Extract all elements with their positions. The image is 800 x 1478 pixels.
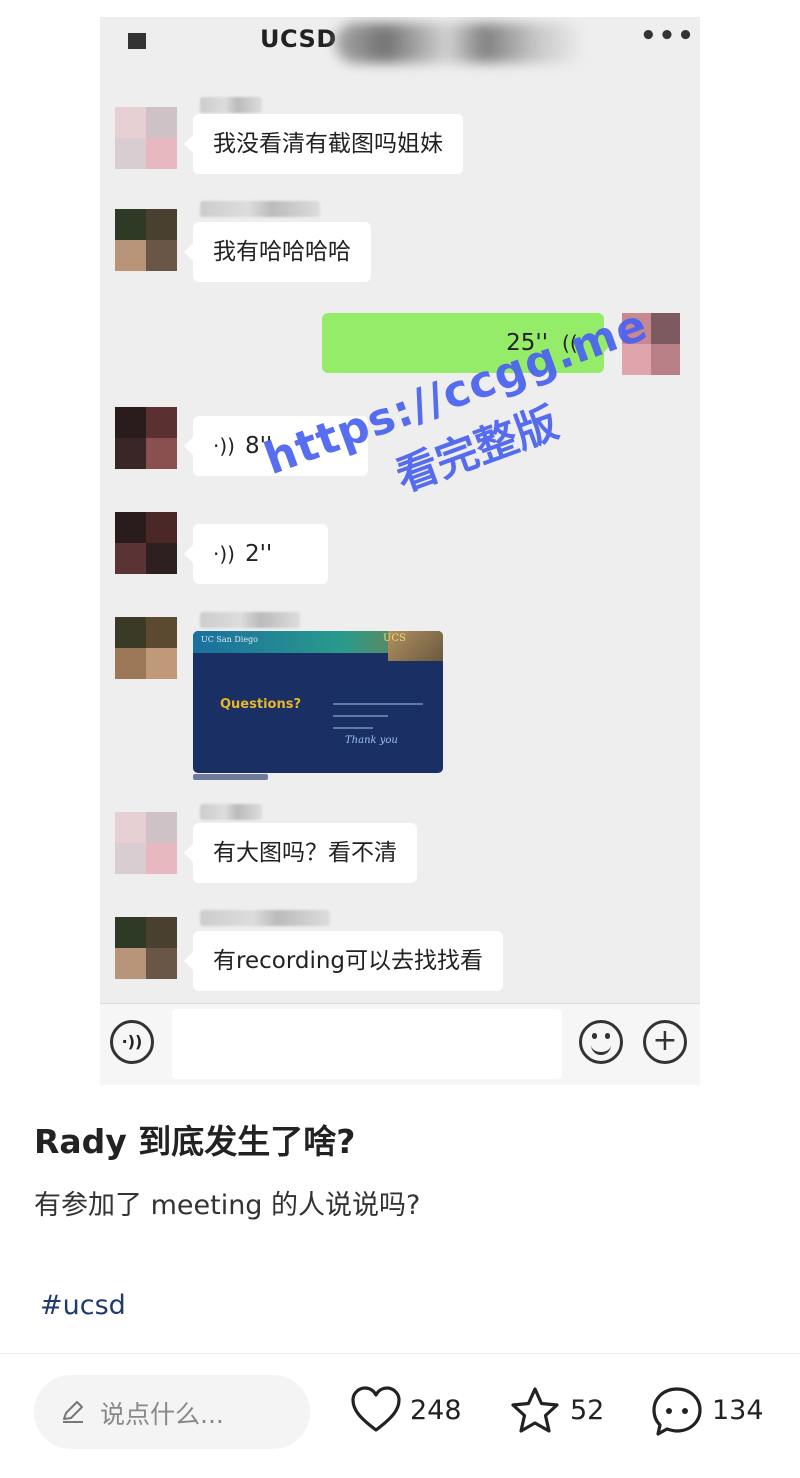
- favorite-count: 52: [570, 1395, 605, 1426]
- slide-contact-line: [333, 727, 373, 729]
- comment-count: 134: [712, 1395, 764, 1426]
- slide-closing: Thank you: [345, 735, 398, 746]
- back-icon[interactable]: [128, 33, 146, 49]
- message-text: 有recording可以去找找看: [213, 948, 484, 974]
- chat-title: UCSD: [260, 25, 337, 53]
- voice-duration: 2'': [244, 541, 273, 567]
- message-bubble[interactable]: 有recording可以去找找看: [183, 931, 504, 991]
- message-bubble[interactable]: 有大图吗？看不清: [184, 823, 417, 883]
- redacted-title: [335, 23, 585, 63]
- more-icon[interactable]: •••: [640, 21, 696, 51]
- avatar[interactable]: [115, 617, 177, 679]
- message-text: 我有哈哈哈哈: [213, 239, 351, 265]
- voice-input-icon[interactable]: ·)): [110, 1020, 154, 1064]
- heart-icon: [351, 1386, 401, 1432]
- image-message[interactable]: UC San Diego UCS Questions? Thank you: [193, 631, 443, 773]
- chat-input-bar: ·)) +: [100, 1003, 700, 1085]
- slide-logo: UCS: [383, 633, 406, 644]
- avatar[interactable]: [115, 917, 177, 979]
- like-count: 248: [410, 1395, 462, 1426]
- sender-name-redacted: [200, 910, 330, 926]
- hashtag-link[interactable]: #ucsd: [40, 1290, 126, 1321]
- avatar[interactable]: [115, 512, 177, 574]
- post-title: Rady 到底发生了啥?: [34, 1122, 356, 1161]
- divider: [0, 1353, 800, 1354]
- slide-header-text: UC San Diego: [201, 635, 258, 644]
- sender-name-redacted: [200, 97, 262, 113]
- slide-contact-line: [333, 715, 388, 717]
- comment-input[interactable]: 说点什么...: [34, 1375, 310, 1449]
- sender-name-redacted: [200, 201, 320, 217]
- message-bubble[interactable]: 我没看清有截图吗姐妹: [184, 114, 463, 174]
- favorite-button[interactable]: 52: [508, 1385, 608, 1441]
- voice-wave-icon: ·)): [213, 542, 235, 566]
- slide-heading: Questions?: [220, 697, 301, 712]
- plus-icon[interactable]: +: [643, 1020, 687, 1064]
- image-edge: [193, 774, 268, 780]
- sender-name-redacted: [200, 612, 300, 628]
- comment-bubble-icon: [652, 1387, 702, 1436]
- chat-text-input[interactable]: [172, 1009, 562, 1079]
- like-button[interactable]: 248: [350, 1385, 470, 1441]
- comment-button[interactable]: 134: [650, 1385, 770, 1441]
- avatar[interactable]: [115, 812, 177, 874]
- sender-name-redacted: [200, 804, 262, 820]
- pencil-icon: [63, 1401, 83, 1423]
- slide-contact-line: [333, 703, 423, 705]
- post-body: 有参加了 meeting 的人说说吗?: [34, 1190, 421, 1221]
- message-text: 有大图吗？看不清: [213, 840, 397, 866]
- message-bubble[interactable]: 我有哈哈哈哈: [184, 222, 371, 282]
- chat-screenshot: UCSD ••• 我没看清有截图吗姐妹 我有哈哈哈哈 25'' ((· ·)) 8'…: [100, 17, 700, 1085]
- comment-placeholder: 说点什么...: [100, 1400, 224, 1429]
- avatar[interactable]: [115, 407, 177, 469]
- message-text: 我没看清有截图吗姐妹: [213, 131, 443, 157]
- star-icon: [511, 1387, 559, 1433]
- emoji-icon[interactable]: [579, 1020, 623, 1064]
- avatar[interactable]: [115, 107, 177, 169]
- voice-wave-icon: ·)): [213, 434, 235, 458]
- avatar[interactable]: [115, 209, 177, 271]
- chat-topbar: UCSD •••: [100, 17, 700, 67]
